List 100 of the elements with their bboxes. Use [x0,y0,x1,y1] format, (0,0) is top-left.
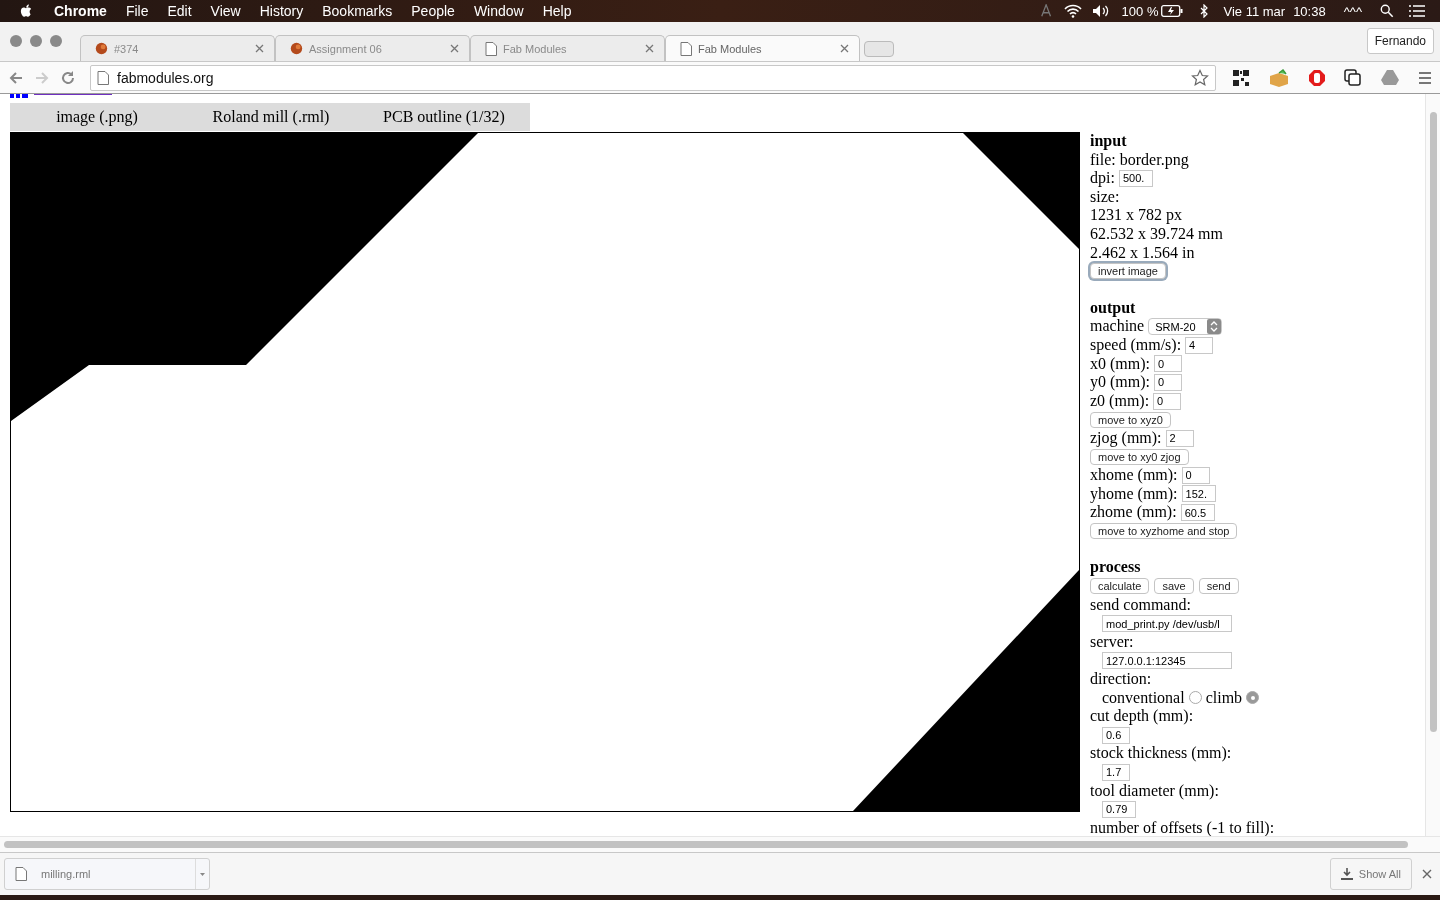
menu-item[interactable]: View [210,3,241,19]
zoom-window-button[interactable] [50,34,62,47]
form-button[interactable]: move to xyz0 [1090,411,1171,428]
menu-item[interactable]: History [259,3,304,19]
menu-item[interactable]: File [125,3,149,19]
close-icon [645,44,654,53]
radio-label: conventional [1102,688,1185,708]
input-field[interactable]: 500. [1118,170,1153,187]
field-label: speed (mm/s): [1090,335,1182,355]
wifi-icon [1063,4,1082,18]
radio-label: climb [1205,688,1243,708]
label-text: cut depth (mm): [1090,707,1194,726]
close-icon [255,44,264,53]
label-text: server: [1090,632,1134,652]
qr-code-icon [1232,68,1250,87]
close-icon [450,44,459,53]
field-label: x0 (mm): [1090,354,1150,374]
search-icon [1380,4,1394,18]
caret-icon [200,872,205,876]
menu-date: Vie 11 mar [1223,3,1286,19]
stepper-icon [1207,319,1222,335]
horizontal-scrollbar[interactable] [0,836,1440,852]
menu-item[interactable]: Edit [167,3,192,19]
address-bar[interactable]: fabmodules.org [90,64,1216,91]
input-field[interactable]: 152. [1181,485,1216,503]
field-label: machine [1090,317,1145,336]
input-field[interactable]: 60.5 [1180,504,1215,522]
label-text: send command: [1090,595,1191,615]
close-icon [840,44,849,53]
menu-item[interactable]: People [411,3,455,19]
form-button[interactable]: move to xyzhome and stop [1090,523,1238,540]
input-field[interactable]: 0 [1154,373,1182,391]
page-icon [680,41,692,56]
bluetooth-icon [1199,4,1210,18]
radio-button[interactable] [1246,691,1260,705]
close-icon [1422,869,1432,879]
font-icon [1039,4,1054,18]
close-window-button[interactable] [10,34,22,47]
section-heading: output [1090,298,1137,318]
label-text: direction: [1090,670,1152,689]
input-field[interactable]: 0.79 [1102,801,1136,818]
field-label: dpi: [1090,169,1115,188]
reload-icon [60,69,76,86]
field-label: z0 (mm): [1090,391,1150,411]
list-icon [1408,4,1426,18]
section-heading: input [1090,132,1128,151]
profile-button[interactable]: Fernando [1366,28,1434,54]
back-icon [8,69,24,86]
browser-tab[interactable]: Fab Modules [665,35,860,61]
field-label: xhome (mm): [1090,466,1178,485]
vertical-scrollbar[interactable] [1425,94,1440,836]
show-all-button[interactable]: Show All [1329,858,1412,890]
label-text: tool diameter (mm): [1090,781,1219,801]
field-label: y0 (mm): [1090,373,1150,392]
battery-percent: 100 % [1121,3,1159,19]
bug-icon [95,42,108,55]
download-item[interactable]: milling.rml [4,858,210,890]
minimize-window-button[interactable] [30,34,42,47]
file-icon [15,867,27,881]
label-text: 1231 x 782 px [1090,206,1182,225]
machine-select[interactable]: SRM-20 [1148,318,1223,336]
format-button[interactable]: PCB outline (1/32) [358,103,530,131]
label-text: file: border.png [1090,150,1189,170]
format-button[interactable]: image (.png) [10,103,184,131]
new-tab-button[interactable] [864,41,894,57]
input-field[interactable]: 0 [1154,355,1182,373]
label-text: number of offsets (-1 to fill): [1090,818,1275,836]
menu-extra[interactable]: ^^^ [1343,3,1362,19]
page-icon [485,41,497,56]
input-field[interactable]: 4 [1185,336,1214,354]
radio-button[interactable] [1188,691,1202,705]
field-label: zjog (mm): [1090,428,1162,448]
form-button[interactable]: calculate [1090,578,1150,595]
forward-icon [34,69,50,86]
menu-item[interactable]: Window [473,3,524,19]
app-menu[interactable]: Chrome [54,3,107,19]
input-field[interactable]: 0 [1181,466,1210,484]
label-text: 2.462 x 1.564 in [1090,243,1195,263]
format-button[interactable]: Roland mill (.rml) [184,103,358,131]
form-button[interactable]: invert image [1090,263,1166,280]
menu-item[interactable]: Bookmarks [322,3,393,19]
star-icon [1191,68,1209,87]
label-text: 62.532 x 39.724 mm [1090,224,1223,244]
input-field[interactable]: 0.6 [1102,726,1130,744]
form-button[interactable]: save [1154,578,1194,595]
bug-icon [290,42,303,55]
input-field[interactable]: 0 [1153,392,1182,410]
field-label: yhome (mm): [1090,484,1178,504]
field-label: zhome (mm): [1090,503,1177,522]
menu-item[interactable]: Help [542,3,572,19]
input-field[interactable]: mod_print.py /dev/usb/l [1102,615,1232,633]
form-button[interactable]: send [1198,578,1239,595]
form-button[interactable]: move to xy0 zjog [1090,448,1189,465]
input-field[interactable]: 127.0.0.1:12345 [1102,652,1232,670]
section-heading: process [1090,558,1142,578]
box-icon [1268,68,1290,87]
input-field[interactable]: 1.7 [1102,763,1130,781]
label-text: size: [1090,187,1120,207]
copy-icon [1344,68,1362,87]
input-field[interactable]: 2 [1165,429,1194,447]
